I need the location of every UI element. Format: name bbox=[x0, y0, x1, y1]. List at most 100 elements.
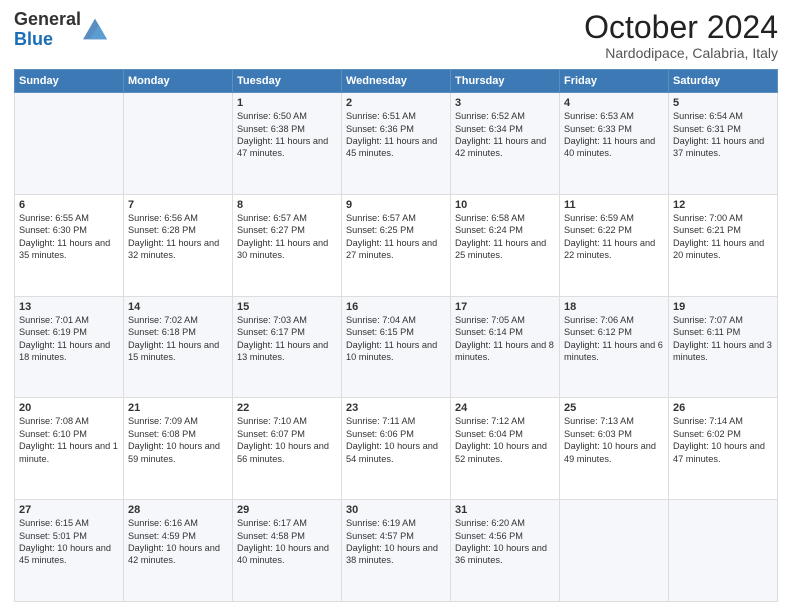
day-content: Sunrise: 6:50 AM Sunset: 6:38 PM Dayligh… bbox=[237, 110, 337, 160]
day-cell-11: 11Sunrise: 6:59 AM Sunset: 6:22 PM Dayli… bbox=[560, 194, 669, 296]
day-content: Sunrise: 7:05 AM Sunset: 6:14 PM Dayligh… bbox=[455, 314, 555, 364]
day-number: 4 bbox=[564, 97, 664, 109]
day-number: 25 bbox=[564, 402, 664, 414]
day-content: Sunrise: 7:13 AM Sunset: 6:03 PM Dayligh… bbox=[564, 415, 664, 465]
day-content: Sunrise: 7:07 AM Sunset: 6:11 PM Dayligh… bbox=[673, 314, 773, 364]
logo: General Blue bbox=[14, 10, 107, 50]
day-cell-22: 22Sunrise: 7:10 AM Sunset: 6:07 PM Dayli… bbox=[233, 398, 342, 500]
logo-text: General Blue bbox=[14, 10, 81, 50]
day-number: 20 bbox=[19, 402, 119, 414]
day-number: 26 bbox=[673, 402, 773, 414]
calendar-table: SundayMondayTuesdayWednesdayThursdayFrid… bbox=[14, 69, 778, 602]
day-content: Sunrise: 6:51 AM Sunset: 6:36 PM Dayligh… bbox=[346, 110, 446, 160]
header: General Blue October 2024 Nardodipace, C… bbox=[14, 10, 778, 61]
day-cell-30: 30Sunrise: 6:19 AM Sunset: 4:57 PM Dayli… bbox=[342, 500, 451, 602]
day-cell-24: 24Sunrise: 7:12 AM Sunset: 6:04 PM Dayli… bbox=[451, 398, 560, 500]
day-header-sunday: Sunday bbox=[15, 70, 124, 93]
day-number: 8 bbox=[237, 199, 337, 211]
day-cell-4: 4Sunrise: 6:53 AM Sunset: 6:33 PM Daylig… bbox=[560, 93, 669, 195]
day-content: Sunrise: 6:20 AM Sunset: 4:56 PM Dayligh… bbox=[455, 517, 555, 567]
day-content: Sunrise: 7:08 AM Sunset: 6:10 PM Dayligh… bbox=[19, 415, 119, 465]
day-content: Sunrise: 6:52 AM Sunset: 6:34 PM Dayligh… bbox=[455, 110, 555, 160]
empty-cell bbox=[560, 500, 669, 602]
week-row-1: 6Sunrise: 6:55 AM Sunset: 6:30 PM Daylig… bbox=[15, 194, 778, 296]
day-header-friday: Friday bbox=[560, 70, 669, 93]
day-cell-9: 9Sunrise: 6:57 AM Sunset: 6:25 PM Daylig… bbox=[342, 194, 451, 296]
day-content: Sunrise: 7:06 AM Sunset: 6:12 PM Dayligh… bbox=[564, 314, 664, 364]
day-cell-10: 10Sunrise: 6:58 AM Sunset: 6:24 PM Dayli… bbox=[451, 194, 560, 296]
day-number: 19 bbox=[673, 301, 773, 313]
week-row-0: 1Sunrise: 6:50 AM Sunset: 6:38 PM Daylig… bbox=[15, 93, 778, 195]
empty-cell bbox=[669, 500, 778, 602]
day-content: Sunrise: 7:14 AM Sunset: 6:02 PM Dayligh… bbox=[673, 415, 773, 465]
day-number: 27 bbox=[19, 504, 119, 516]
day-number: 2 bbox=[346, 97, 446, 109]
day-content: Sunrise: 6:17 AM Sunset: 4:58 PM Dayligh… bbox=[237, 517, 337, 567]
day-number: 13 bbox=[19, 301, 119, 313]
day-content: Sunrise: 6:57 AM Sunset: 6:25 PM Dayligh… bbox=[346, 212, 446, 262]
day-header-thursday: Thursday bbox=[451, 70, 560, 93]
day-number: 12 bbox=[673, 199, 773, 211]
day-content: Sunrise: 7:10 AM Sunset: 6:07 PM Dayligh… bbox=[237, 415, 337, 465]
day-content: Sunrise: 7:00 AM Sunset: 6:21 PM Dayligh… bbox=[673, 212, 773, 262]
day-cell-17: 17Sunrise: 7:05 AM Sunset: 6:14 PM Dayli… bbox=[451, 296, 560, 398]
location-title: Nardodipace, Calabria, Italy bbox=[584, 45, 778, 61]
day-cell-3: 3Sunrise: 6:52 AM Sunset: 6:34 PM Daylig… bbox=[451, 93, 560, 195]
day-content: Sunrise: 6:53 AM Sunset: 6:33 PM Dayligh… bbox=[564, 110, 664, 160]
day-cell-16: 16Sunrise: 7:04 AM Sunset: 6:15 PM Dayli… bbox=[342, 296, 451, 398]
day-cell-2: 2Sunrise: 6:51 AM Sunset: 6:36 PM Daylig… bbox=[342, 93, 451, 195]
day-number: 6 bbox=[19, 199, 119, 211]
page: General Blue October 2024 Nardodipace, C… bbox=[0, 0, 792, 612]
empty-cell bbox=[124, 93, 233, 195]
day-cell-20: 20Sunrise: 7:08 AM Sunset: 6:10 PM Dayli… bbox=[15, 398, 124, 500]
day-cell-15: 15Sunrise: 7:03 AM Sunset: 6:17 PM Dayli… bbox=[233, 296, 342, 398]
day-cell-27: 27Sunrise: 6:15 AM Sunset: 5:01 PM Dayli… bbox=[15, 500, 124, 602]
day-number: 22 bbox=[237, 402, 337, 414]
day-number: 28 bbox=[128, 504, 228, 516]
day-content: Sunrise: 6:56 AM Sunset: 6:28 PM Dayligh… bbox=[128, 212, 228, 262]
day-content: Sunrise: 6:58 AM Sunset: 6:24 PM Dayligh… bbox=[455, 212, 555, 262]
day-number: 21 bbox=[128, 402, 228, 414]
day-number: 11 bbox=[564, 199, 664, 211]
day-header-tuesday: Tuesday bbox=[233, 70, 342, 93]
day-content: Sunrise: 6:15 AM Sunset: 5:01 PM Dayligh… bbox=[19, 517, 119, 567]
title-block: October 2024 Nardodipace, Calabria, Ital… bbox=[584, 10, 778, 61]
day-number: 5 bbox=[673, 97, 773, 109]
calendar-header-row: SundayMondayTuesdayWednesdayThursdayFrid… bbox=[15, 70, 778, 93]
day-header-wednesday: Wednesday bbox=[342, 70, 451, 93]
day-content: Sunrise: 7:09 AM Sunset: 6:08 PM Dayligh… bbox=[128, 415, 228, 465]
week-row-2: 13Sunrise: 7:01 AM Sunset: 6:19 PM Dayli… bbox=[15, 296, 778, 398]
week-row-3: 20Sunrise: 7:08 AM Sunset: 6:10 PM Dayli… bbox=[15, 398, 778, 500]
day-cell-14: 14Sunrise: 7:02 AM Sunset: 6:18 PM Dayli… bbox=[124, 296, 233, 398]
day-content: Sunrise: 6:57 AM Sunset: 6:27 PM Dayligh… bbox=[237, 212, 337, 262]
day-content: Sunrise: 6:19 AM Sunset: 4:57 PM Dayligh… bbox=[346, 517, 446, 567]
day-cell-23: 23Sunrise: 7:11 AM Sunset: 6:06 PM Dayli… bbox=[342, 398, 451, 500]
day-number: 29 bbox=[237, 504, 337, 516]
day-content: Sunrise: 7:12 AM Sunset: 6:04 PM Dayligh… bbox=[455, 415, 555, 465]
month-title: October 2024 bbox=[584, 10, 778, 45]
day-header-monday: Monday bbox=[124, 70, 233, 93]
day-number: 30 bbox=[346, 504, 446, 516]
day-cell-13: 13Sunrise: 7:01 AM Sunset: 6:19 PM Dayli… bbox=[15, 296, 124, 398]
day-content: Sunrise: 6:54 AM Sunset: 6:31 PM Dayligh… bbox=[673, 110, 773, 160]
day-content: Sunrise: 6:55 AM Sunset: 6:30 PM Dayligh… bbox=[19, 212, 119, 262]
day-cell-28: 28Sunrise: 6:16 AM Sunset: 4:59 PM Dayli… bbox=[124, 500, 233, 602]
day-cell-18: 18Sunrise: 7:06 AM Sunset: 6:12 PM Dayli… bbox=[560, 296, 669, 398]
day-cell-1: 1Sunrise: 6:50 AM Sunset: 6:38 PM Daylig… bbox=[233, 93, 342, 195]
day-cell-12: 12Sunrise: 7:00 AM Sunset: 6:21 PM Dayli… bbox=[669, 194, 778, 296]
day-number: 18 bbox=[564, 301, 664, 313]
day-cell-21: 21Sunrise: 7:09 AM Sunset: 6:08 PM Dayli… bbox=[124, 398, 233, 500]
day-number: 7 bbox=[128, 199, 228, 211]
day-cell-6: 6Sunrise: 6:55 AM Sunset: 6:30 PM Daylig… bbox=[15, 194, 124, 296]
day-number: 17 bbox=[455, 301, 555, 313]
day-number: 3 bbox=[455, 97, 555, 109]
day-number: 23 bbox=[346, 402, 446, 414]
day-number: 31 bbox=[455, 504, 555, 516]
day-content: Sunrise: 7:11 AM Sunset: 6:06 PM Dayligh… bbox=[346, 415, 446, 465]
day-content: Sunrise: 7:03 AM Sunset: 6:17 PM Dayligh… bbox=[237, 314, 337, 364]
day-content: Sunrise: 6:59 AM Sunset: 6:22 PM Dayligh… bbox=[564, 212, 664, 262]
day-number: 1 bbox=[237, 97, 337, 109]
day-cell-25: 25Sunrise: 7:13 AM Sunset: 6:03 PM Dayli… bbox=[560, 398, 669, 500]
logo-general: General bbox=[14, 9, 81, 29]
day-cell-19: 19Sunrise: 7:07 AM Sunset: 6:11 PM Dayli… bbox=[669, 296, 778, 398]
